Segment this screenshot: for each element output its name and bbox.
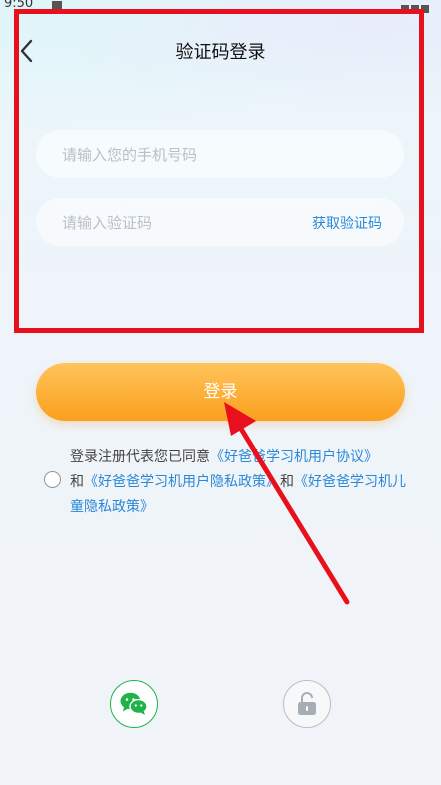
phone-input[interactable] [60,130,384,180]
gallery-icon [52,1,62,9]
wechat-login-button[interactable] [110,680,158,728]
login-button[interactable]: 登录 [36,363,405,421]
code-input-row: 获取验证码 [36,198,404,248]
battery-icon [421,5,429,13]
status-time: 9:50 [4,0,34,11]
verification-code-input[interactable] [60,198,284,248]
wechat-icon [120,692,148,715]
phone-input-row [36,130,404,180]
status-bar: 9:50 [0,0,441,20]
status-icons [399,2,433,13]
signal-icon [411,5,419,13]
agreement-text: 登录注册代表您已同意《好爸爸学习机用户协议》 和《好爸爸学习机用户隐私政策》和《好… [70,445,416,520]
unlock-icon [298,692,316,715]
agreement-prefix: 登录注册代表您已同意 [70,449,210,465]
page-title: 验证码登录 [175,42,266,63]
agreement-checkbox[interactable] [44,471,61,488]
agreement-and-1: 和 [70,474,84,490]
password-login-button[interactable] [283,680,331,728]
agreement-and-2: 和 [280,474,294,490]
get-code-button[interactable]: 获取验证码 [312,213,382,233]
user-agreement-link[interactable]: 《好爸爸学习机用户协议》 [210,449,378,465]
privacy-policy-link[interactable]: 《好爸爸学习机用户隐私政策》 [84,474,280,490]
wifi-icon [401,5,409,13]
